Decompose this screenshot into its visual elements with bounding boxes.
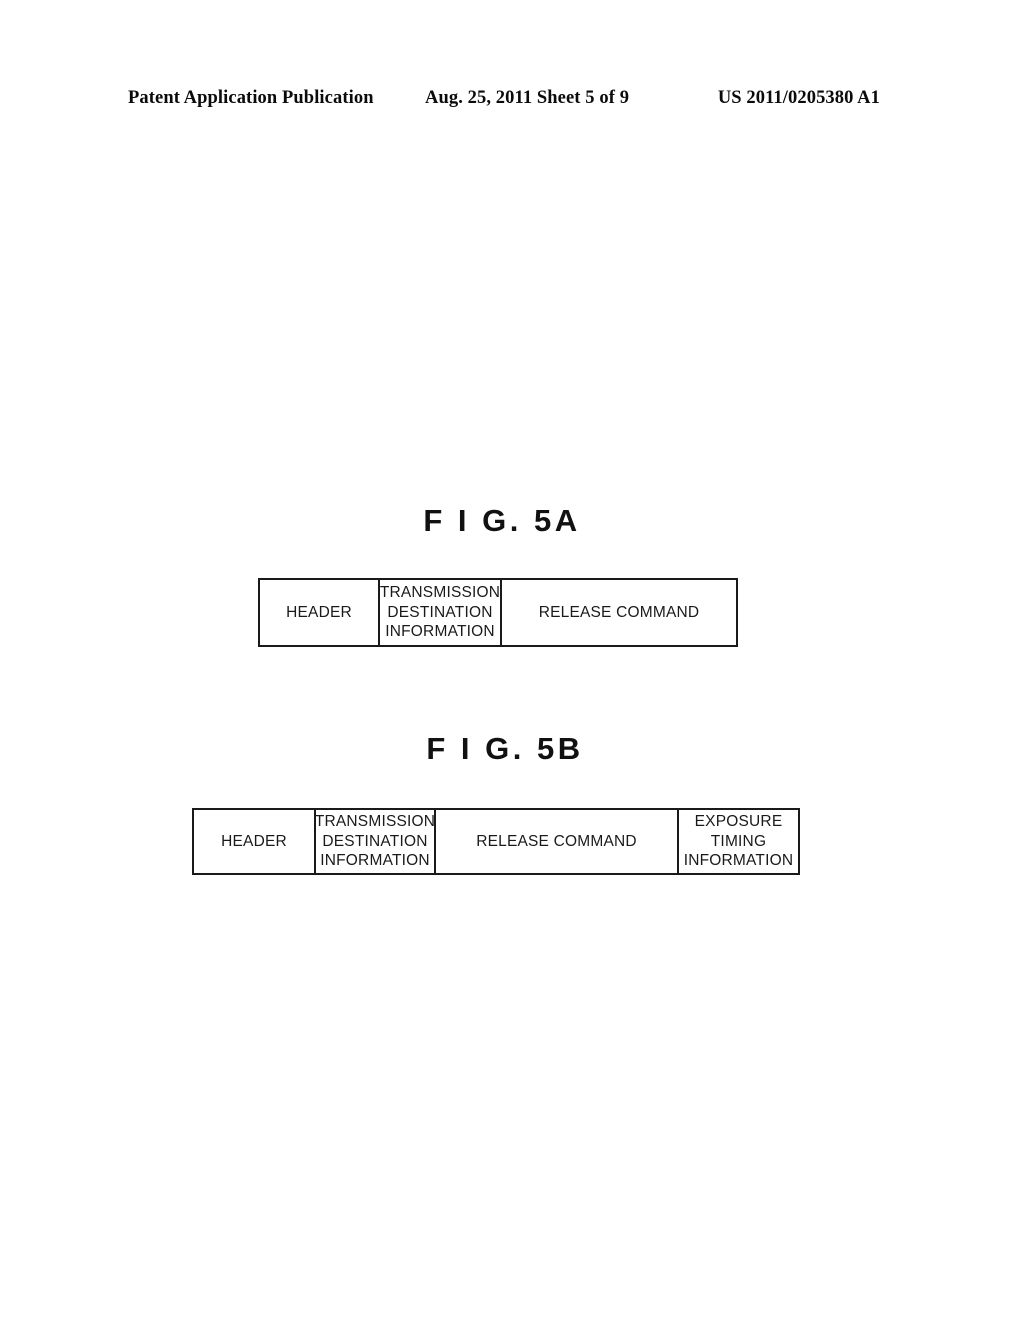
page-running-header: Patent Application Publication Aug. 25, … (128, 88, 880, 112)
figure-5b-title: F I G. 5B (426, 731, 584, 766)
packet-field-exposure-timing-information: EXPOSURE TIMING INFORMATION (683, 812, 794, 870)
figure-5b-packet-diagram: HEADER TRANSMISSION DESTINATION INFORMAT… (192, 808, 800, 875)
packet-field-release-command: RELEASE COMMAND (538, 603, 700, 621)
publication-title: Patent Application Publication (128, 88, 374, 108)
patent-number: US 2011/0205380 A1 (717, 88, 880, 108)
packet-field-transmission-destination-information: TRANSMISSION DESTINATION INFORMATION (380, 580, 502, 645)
packet-field-header: HEADER (194, 810, 316, 873)
packet-field-header: HEADER (260, 580, 380, 645)
publication-date-sheet: Aug. 25, 2011 Sheet 5 of 9 (425, 88, 630, 108)
packet-field-release-command: RELEASE COMMAND (436, 810, 679, 873)
figure-5a-title: F I G. 5A (423, 503, 581, 538)
figure-5a-packet-diagram: HEADER TRANSMISSION DESTINATION INFORMAT… (258, 578, 738, 647)
packet-field-transmission-destination-information: TRANSMISSION DESTINATION INFORMATION (315, 810, 436, 873)
